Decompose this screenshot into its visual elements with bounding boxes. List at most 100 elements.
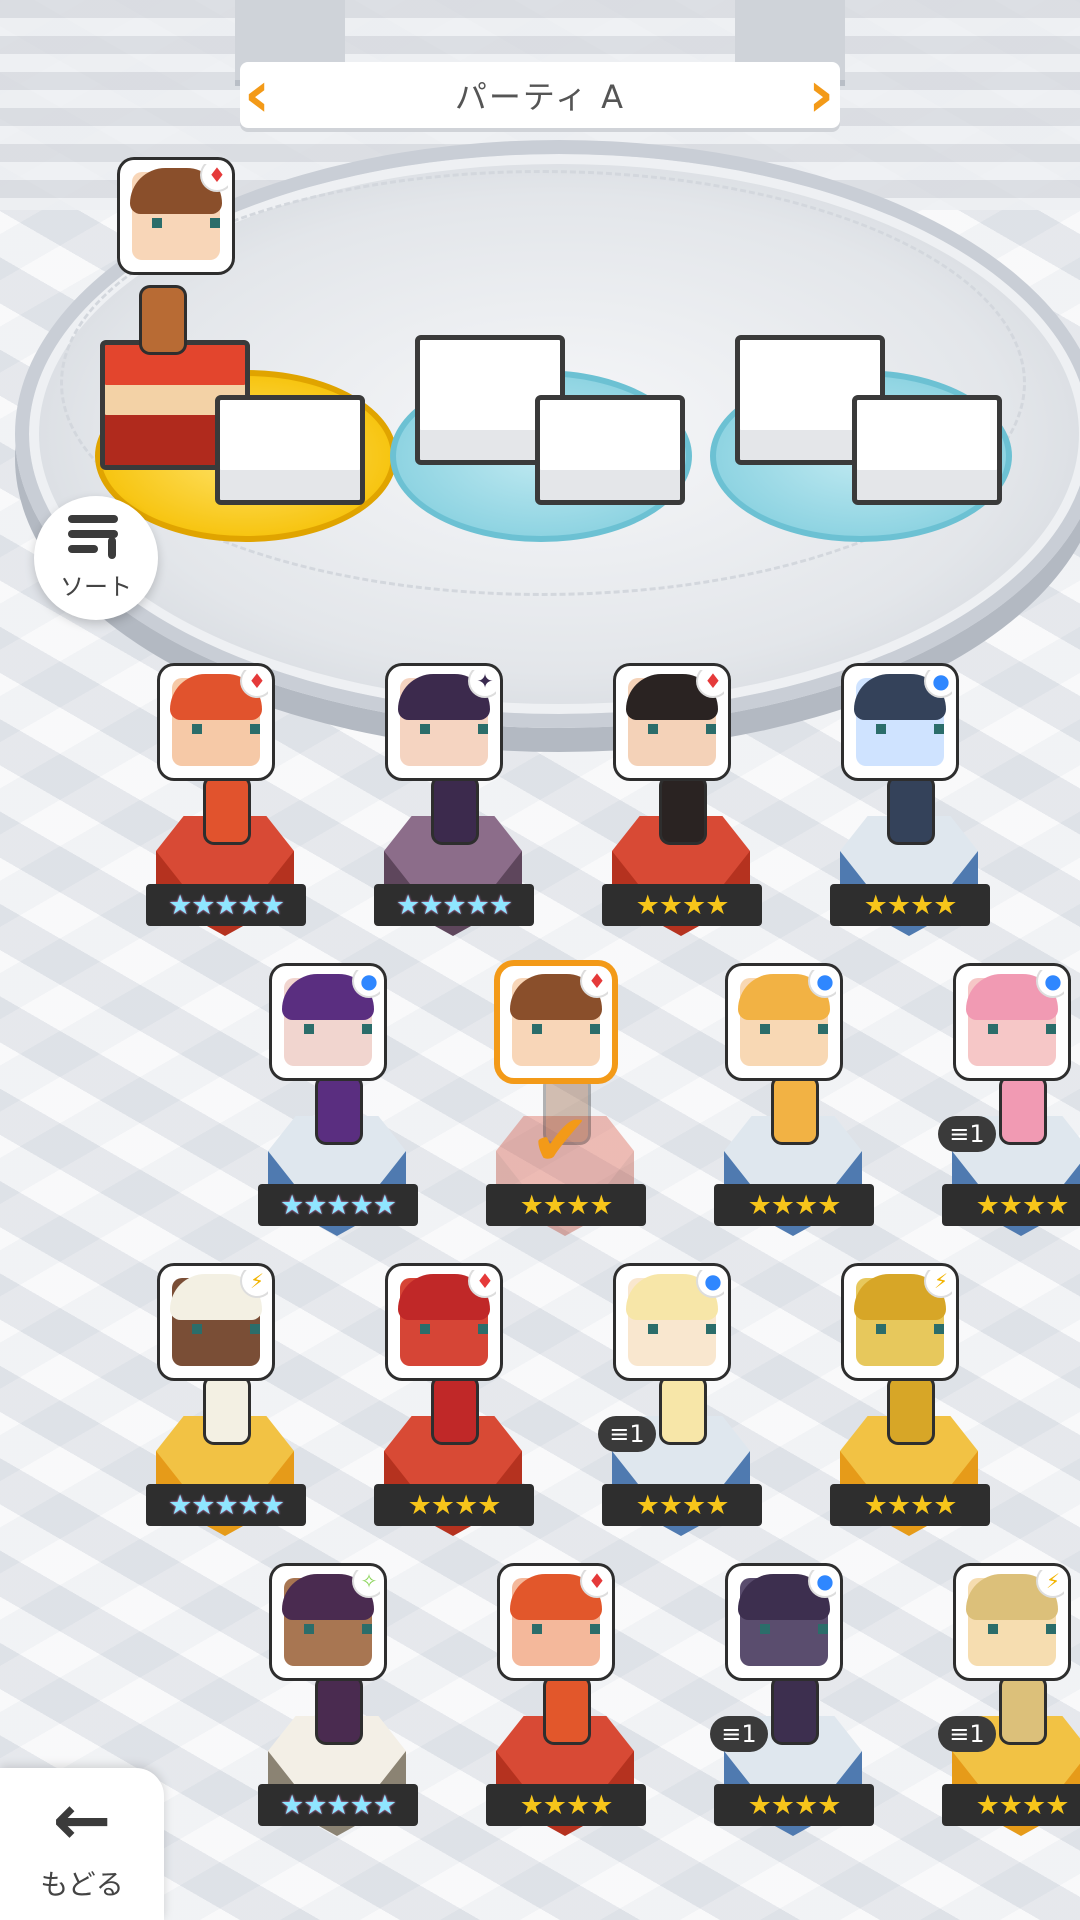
chevron-right-icon[interactable]: › <box>802 62 840 128</box>
empty-block <box>852 395 1002 505</box>
duplicate-count-badge: ≡1 <box>710 1716 768 1752</box>
character-sprite <box>206 1378 248 1442</box>
character-sprite <box>890 778 932 842</box>
water-element-icon: ● <box>810 1570 836 1596</box>
star-rating: ★★★★ <box>602 884 762 926</box>
star-rating: ★★★★★ <box>258 1784 418 1826</box>
character-portrait: ● <box>272 966 384 1078</box>
star-rating: ★★★★ <box>942 1784 1080 1826</box>
character-portrait: ♦ <box>120 160 232 272</box>
duplicate-count-badge: ≡1 <box>938 1716 996 1752</box>
roster-character-card[interactable]: ● ★★★★ <box>714 966 878 1266</box>
thunder-element-icon: ⚡ <box>1038 1570 1064 1596</box>
back-arrow-icon: ← <box>52 1779 112 1861</box>
fire-element-icon: ♦ <box>698 670 724 696</box>
checkmark-icon: ✔ <box>530 1098 591 1182</box>
character-portrait: ♦ <box>500 966 612 1078</box>
sort-button[interactable]: ソート <box>34 496 158 620</box>
roster-character-card[interactable]: ⚡ ★★★★ <box>830 1266 994 1566</box>
roster-character-card[interactable]: ● ★★★★ ≡1 <box>938 966 1080 1266</box>
character-sprite <box>434 1378 476 1442</box>
roster-character-card[interactable]: ♦ ★★★★ <box>374 1266 538 1566</box>
roster-character-card[interactable]: ♦ ✔ ★★★★ <box>486 966 650 1266</box>
character-sprite <box>318 1678 360 1742</box>
back-button[interactable]: ← もどる <box>0 1768 164 1920</box>
party-member-leader[interactable]: ♦ <box>110 160 270 460</box>
roster-character-card[interactable]: ● ★★★★ ≡1 <box>598 1266 766 1566</box>
star-rating: ★★★★ <box>486 1184 646 1226</box>
star-rating: ★★★★ <box>714 1784 874 1826</box>
fire-element-icon: ♦ <box>242 670 268 696</box>
star-rating: ★★★★ <box>602 1484 762 1526</box>
roster-character-card[interactable]: ● ★★★★★ <box>258 966 422 1266</box>
roster-character-card[interactable]: ♦ ★★★★ <box>486 1566 650 1866</box>
character-portrait: ✦ <box>388 666 500 778</box>
fire-element-icon: ♦ <box>582 970 608 996</box>
star-rating: ★★★★★ <box>258 1184 418 1226</box>
roster-character-card[interactable]: ● ★★★★ <box>830 666 994 966</box>
character-sprite <box>318 1078 360 1142</box>
character-portrait: ● <box>728 966 840 1078</box>
character-portrait: ♦ <box>388 1266 500 1378</box>
sort-label: ソート <box>60 572 132 601</box>
fire-element-icon: ♦ <box>582 1570 608 1596</box>
character-portrait: ● <box>616 1266 728 1378</box>
dark-element-icon: ✦ <box>470 670 496 696</box>
party-title: パーティ A <box>454 78 626 116</box>
character-sprite <box>1002 1078 1044 1142</box>
water-element-icon: ● <box>810 970 836 996</box>
water-element-icon: ● <box>354 970 380 996</box>
star-rating: ★★★★★ <box>146 1484 306 1526</box>
duplicate-count-badge: ≡1 <box>938 1116 996 1152</box>
roster-character-card[interactable]: ⚡ ★★★★★ <box>146 1266 310 1566</box>
character-portrait: ● <box>956 966 1068 1078</box>
star-rating: ★★★★ <box>942 1184 1080 1226</box>
star-rating: ★★★★ <box>714 1184 874 1226</box>
thunder-element-icon: ⚡ <box>926 1270 952 1296</box>
character-sprite <box>206 778 248 842</box>
character-sprite <box>662 778 704 842</box>
roster-character-card[interactable]: ✦ ★★★★★ <box>374 666 538 966</box>
character-sprite <box>662 1378 704 1442</box>
roster-character-card[interactable]: ⚡ ★★★★ ≡1 <box>938 1566 1080 1866</box>
roster-character-card[interactable]: ● ★★★★ ≡1 <box>710 1566 878 1866</box>
character-portrait: ● <box>844 666 956 778</box>
roster-character-card[interactable]: ♦ ★★★★ <box>602 666 766 966</box>
character-sprite <box>774 1678 816 1742</box>
empty-block <box>535 395 685 505</box>
star-rating: ★★★★★ <box>146 884 306 926</box>
character-sprite <box>434 778 476 842</box>
water-element-icon: ● <box>1038 970 1064 996</box>
roster-character-card[interactable]: ✧ ★★★★★ <box>258 1566 422 1866</box>
character-portrait: ⚡ <box>956 1566 1068 1678</box>
character-sprite <box>546 1678 588 1742</box>
character-portrait: ⚡ <box>844 1266 956 1378</box>
water-element-icon: ● <box>698 1270 724 1296</box>
thunder-element-icon: ⚡ <box>242 1270 268 1296</box>
back-label: もどる <box>40 1868 124 1901</box>
fire-element-icon: ♦ <box>470 1270 496 1296</box>
sort-icon <box>68 514 124 561</box>
roster-character-card[interactable]: ♦ ★★★★★ <box>146 666 310 966</box>
character-sprite <box>142 288 184 352</box>
character-portrait: ♦ <box>160 666 272 778</box>
chevron-left-icon[interactable]: ‹ <box>238 62 276 128</box>
character-sprite <box>774 1078 816 1142</box>
character-portrait: ♦ <box>500 1566 612 1678</box>
water-element-icon: ● <box>926 670 952 696</box>
fire-element-icon: ♦ <box>202 164 228 190</box>
light-element-icon: ✧ <box>354 1570 380 1596</box>
star-rating: ★★★★ <box>830 1484 990 1526</box>
character-sprite <box>890 1378 932 1442</box>
star-rating: ★★★★★ <box>374 884 534 926</box>
character-portrait: ⚡ <box>160 1266 272 1378</box>
character-portrait: ♦ <box>616 666 728 778</box>
star-rating: ★★★★ <box>830 884 990 926</box>
duplicate-count-badge: ≡1 <box>598 1416 656 1452</box>
character-portrait: ● <box>728 1566 840 1678</box>
star-rating: ★★★★ <box>486 1784 646 1826</box>
star-rating: ★★★★ <box>374 1484 534 1526</box>
character-portrait: ✧ <box>272 1566 384 1678</box>
party-title-bar: パーティ A <box>240 62 840 128</box>
character-sprite <box>1002 1678 1044 1742</box>
